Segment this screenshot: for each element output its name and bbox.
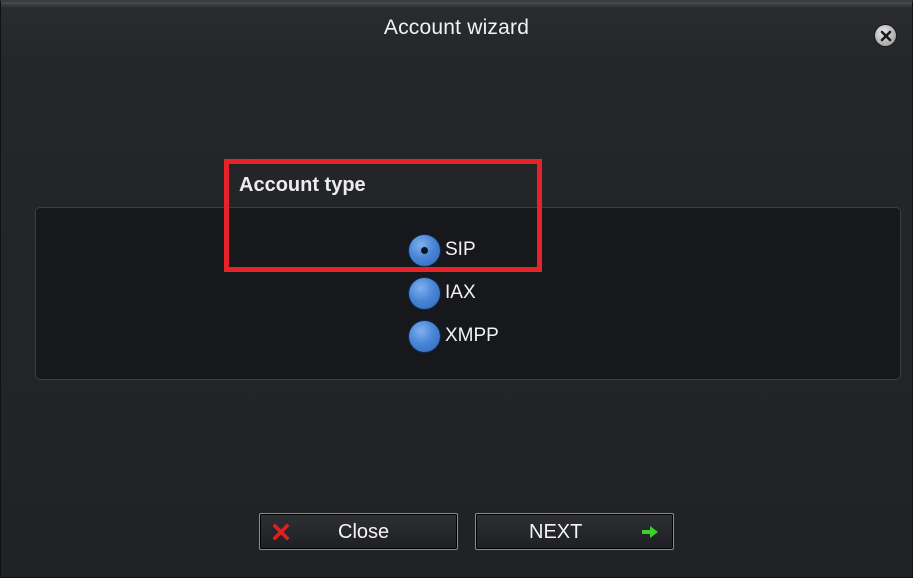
close-glyph-icon	[880, 30, 891, 41]
radio-label-iax: IAX	[445, 282, 476, 303]
account-wizard-window: Account wizard Account type SIP IAX XMPP…	[0, 0, 913, 578]
radio-unselected-icon[interactable]	[409, 277, 440, 309]
radio-option-sip[interactable]: SIP	[409, 234, 476, 266]
next-button[interactable]: NEXT	[475, 513, 674, 550]
radio-label-sip: SIP	[445, 239, 476, 260]
radio-selected-dot	[421, 246, 428, 254]
window-close-icon[interactable]	[875, 25, 896, 46]
green-right-arrow-icon	[642, 526, 658, 538]
close-button[interactable]: Close	[259, 513, 458, 550]
window-title: Account wizard	[383, 16, 530, 39]
radio-unselected-icon[interactable]	[409, 320, 440, 352]
radio-option-xmpp[interactable]: XMPP	[409, 320, 499, 352]
account-type-label: Account type	[239, 174, 366, 196]
red-x-icon	[272, 523, 290, 541]
radio-label-xmpp: XMPP	[445, 325, 499, 346]
radio-selected-icon[interactable]	[409, 234, 440, 266]
next-button-label: NEXT	[529, 521, 583, 543]
close-button-label: Close	[338, 521, 390, 543]
radio-option-iax[interactable]: IAX	[409, 277, 476, 309]
